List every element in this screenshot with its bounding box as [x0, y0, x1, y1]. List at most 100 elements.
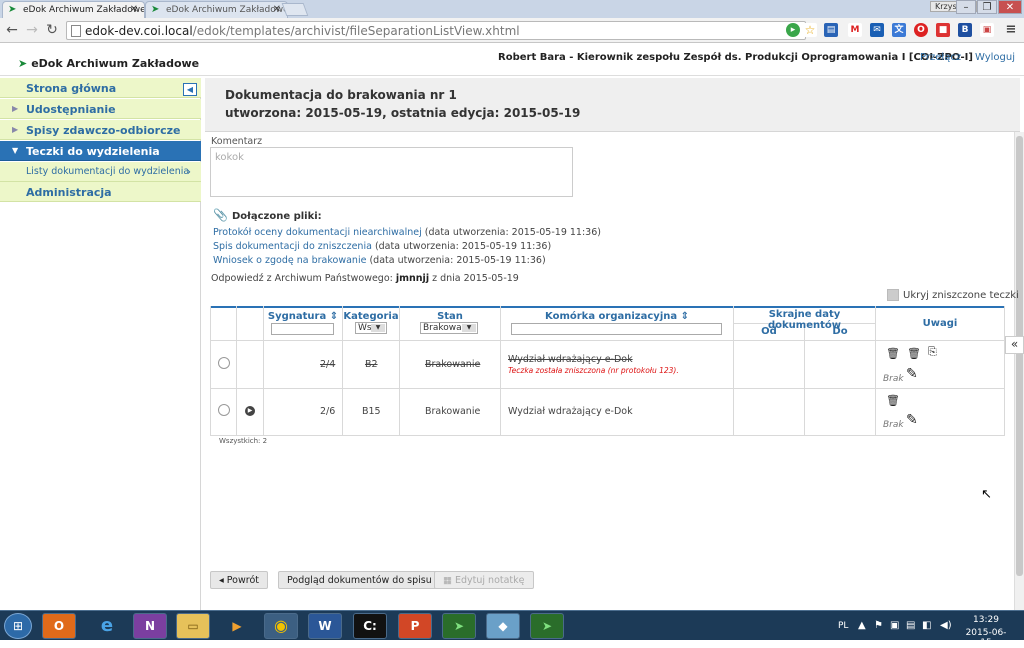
address-bar[interactable]: edok-dev.coi.local/edok/templates/archiv…: [66, 21, 806, 40]
table-divider: [1004, 306, 1005, 436]
clock-date[interactable]: 2015-06-15: [964, 628, 1008, 648]
logout-link[interactable]: Wyloguj: [975, 52, 1015, 63]
column-header-komorka[interactable]: Komórka organizacyjna ⇕: [501, 311, 733, 322]
extension-gift-icon[interactable]: ▣: [980, 23, 994, 37]
internet-explorer-taskbar-icon[interactable]: e: [90, 613, 124, 639]
sygnatura-filter-input[interactable]: [271, 323, 334, 335]
column-header-sygnatura[interactable]: Sygnatura ⇕: [264, 311, 342, 322]
new-tab-button[interactable]: [281, 3, 309, 16]
tab-title: eDok Archiwum Zakładowe: [23, 5, 145, 15]
switch-link[interactable]: Przełącz: [920, 52, 961, 63]
attachment-link[interactable]: Spis dokumentacji do zniszczenia: [213, 241, 372, 252]
onenote-taskbar-icon[interactable]: N: [133, 613, 167, 639]
close-tab-icon[interactable]: ✕: [130, 4, 138, 15]
back-button[interactable]: ◂ Powrót: [210, 571, 268, 589]
close-window-button[interactable]: ✕: [998, 0, 1022, 14]
opera-extension-icon[interactable]: O: [914, 23, 928, 37]
sidebar-item-transfer-lists[interactable]: ▶ Spisy zdawczo-odbiorcze: [0, 120, 201, 140]
attachment-link[interactable]: Protokół oceny dokumentacji niearchiwaln…: [213, 227, 422, 238]
response-value: jmnnjj: [395, 273, 430, 284]
extension-blue-icon[interactable]: ▤: [824, 23, 838, 37]
gmail-icon[interactable]: M: [848, 23, 862, 37]
edit-pencil-icon[interactable]: ✎: [906, 412, 918, 428]
page-scrollbar[interactable]: [1014, 132, 1024, 610]
edit-pencil-icon[interactable]: ✎: [906, 366, 918, 382]
sidebar-item-home[interactable]: Strona główna: [0, 78, 201, 98]
stan-filter-select[interactable]: Brakowa ▼: [420, 322, 478, 334]
attachment-date: (data utworzenia: 2015-05-19 11:36): [366, 255, 546, 266]
windows-taskbar: ⊞ O e N ▭ ▶ ◉ W C: P ➤ ◆ ➤ PL ▲ ⚑ ▣ ▤ ◧ …: [0, 610, 1024, 648]
tab-title: eDok Archiwum Zakładowe: [166, 5, 288, 15]
tray-flag-icon[interactable]: ⚑: [874, 620, 883, 631]
start-button[interactable]: ⊞: [4, 613, 32, 639]
trash-check-icon[interactable]: 🗑: [907, 347, 921, 360]
file-explorer-taskbar-icon[interactable]: ▭: [176, 613, 210, 639]
table-total-count: Wszystkich: 2: [219, 437, 268, 445]
extension-translate-icon[interactable]: 文: [892, 23, 906, 37]
sidebar-item-sharing[interactable]: ▶ Udostępnianie: [0, 99, 201, 119]
document-refresh-icon[interactable]: ⎘: [928, 345, 937, 359]
attachment-link[interactable]: Wniosek o zgodę na brakowanie: [213, 255, 366, 266]
forward-arrow-icon[interactable]: →: [24, 22, 40, 38]
sidebar-item-folders-to-separate[interactable]: ▼ Teczki do wydzielenia: [0, 141, 201, 161]
back-arrow-icon[interactable]: ←: [4, 22, 20, 38]
edit-note-button[interactable]: ▦ Edytuj notatkę: [434, 571, 534, 589]
row-select-radio[interactable]: [218, 357, 230, 369]
extension-mail-icon[interactable]: ✉: [870, 23, 884, 37]
comment-field[interactable]: kokok: [210, 147, 573, 197]
app-logo[interactable]: ➤ eDok Archiwum Zakładowe: [18, 57, 199, 70]
word-taskbar-icon[interactable]: W: [308, 613, 342, 639]
browser-tab-active[interactable]: ➤ eDok Archiwum Zakładowe ✕: [2, 1, 145, 19]
close-tab-icon[interactable]: ✕: [273, 4, 281, 15]
menu-hamburger-icon[interactable]: ≡: [1004, 23, 1018, 37]
column-header-od[interactable]: Od: [734, 326, 804, 337]
chrome-taskbar-icon[interactable]: ◉: [264, 613, 298, 639]
minimize-button[interactable]: –: [956, 0, 976, 14]
hide-destroyed-checkbox[interactable]: [887, 289, 899, 301]
tray-printer-icon[interactable]: ▣: [890, 620, 899, 631]
hide-destroyed-toggle[interactable]: Ukryj zniszczone teczki: [887, 289, 1019, 301]
scrollbar-thumb[interactable]: [1016, 136, 1023, 576]
reload-icon[interactable]: ↻: [44, 22, 60, 38]
column-header-kategoria[interactable]: Kategoria: [343, 311, 399, 322]
sidebar-item-administration[interactable]: Administracja: [0, 182, 201, 202]
tray-network-icon[interactable]: ▤: [906, 620, 915, 631]
powerpoint-taskbar-icon[interactable]: P: [398, 613, 432, 639]
trash-icon[interactable]: 🗑: [886, 347, 900, 360]
cell-kategoria: B2: [365, 359, 378, 370]
maximize-button[interactable]: ❐: [977, 0, 997, 14]
chevron-down-icon: ▼: [371, 324, 385, 332]
column-header-stan[interactable]: Stan: [400, 311, 500, 322]
terminal-taskbar-icon[interactable]: C:: [353, 613, 387, 639]
tray-arrow-icon[interactable]: ▲: [858, 620, 866, 631]
kategoria-filter-select[interactable]: Ws ▼: [355, 322, 387, 334]
note-status: Brak: [883, 374, 904, 384]
extension-green-icon[interactable]: ▸: [786, 23, 800, 37]
row-select-radio[interactable]: [218, 404, 230, 416]
sidebar-subitem-separation-lists[interactable]: Listy dokumentacji do wydzielenia ›: [0, 162, 201, 182]
browser-tab[interactable]: ➤ eDok Archiwum Zakładowe ✕: [145, 1, 288, 18]
outlook-taskbar-icon[interactable]: O: [42, 613, 76, 639]
app-taskbar-icon[interactable]: ◆: [486, 613, 520, 639]
star-bookmark-icon[interactable]: ☆: [803, 23, 817, 37]
table-divider: [236, 306, 237, 436]
clock-time[interactable]: 13:29: [964, 615, 1008, 625]
tray-app-icon[interactable]: ◧: [922, 620, 931, 631]
edok-app-taskbar-icon[interactable]: ➤: [530, 613, 564, 639]
destroyed-note: Teczka została zniszczona (nr protokołu …: [508, 366, 679, 375]
volume-icon[interactable]: ◀): [940, 620, 952, 631]
preview-documents-button[interactable]: Podgląd dokumentów do spisu: [278, 571, 441, 589]
expand-panel-button[interactable]: «: [1005, 336, 1024, 354]
expand-row-icon[interactable]: ▶: [245, 406, 255, 416]
table-divider: [263, 306, 264, 436]
attachments-heading: 📎 Dołączone pliki:: [213, 208, 322, 222]
collapse-sidebar-button[interactable]: ◀: [183, 83, 197, 96]
extension-b-icon[interactable]: B: [958, 23, 972, 37]
komorka-filter-input[interactable]: [511, 323, 722, 335]
media-player-taskbar-icon[interactable]: ▶: [220, 613, 254, 639]
edok-app-taskbar-icon[interactable]: ➤: [442, 613, 476, 639]
trash-icon[interactable]: 🗑: [886, 394, 900, 407]
language-indicator[interactable]: PL: [838, 621, 848, 631]
extension-red-icon[interactable]: ■: [936, 23, 950, 37]
column-header-do[interactable]: Do: [805, 326, 875, 337]
